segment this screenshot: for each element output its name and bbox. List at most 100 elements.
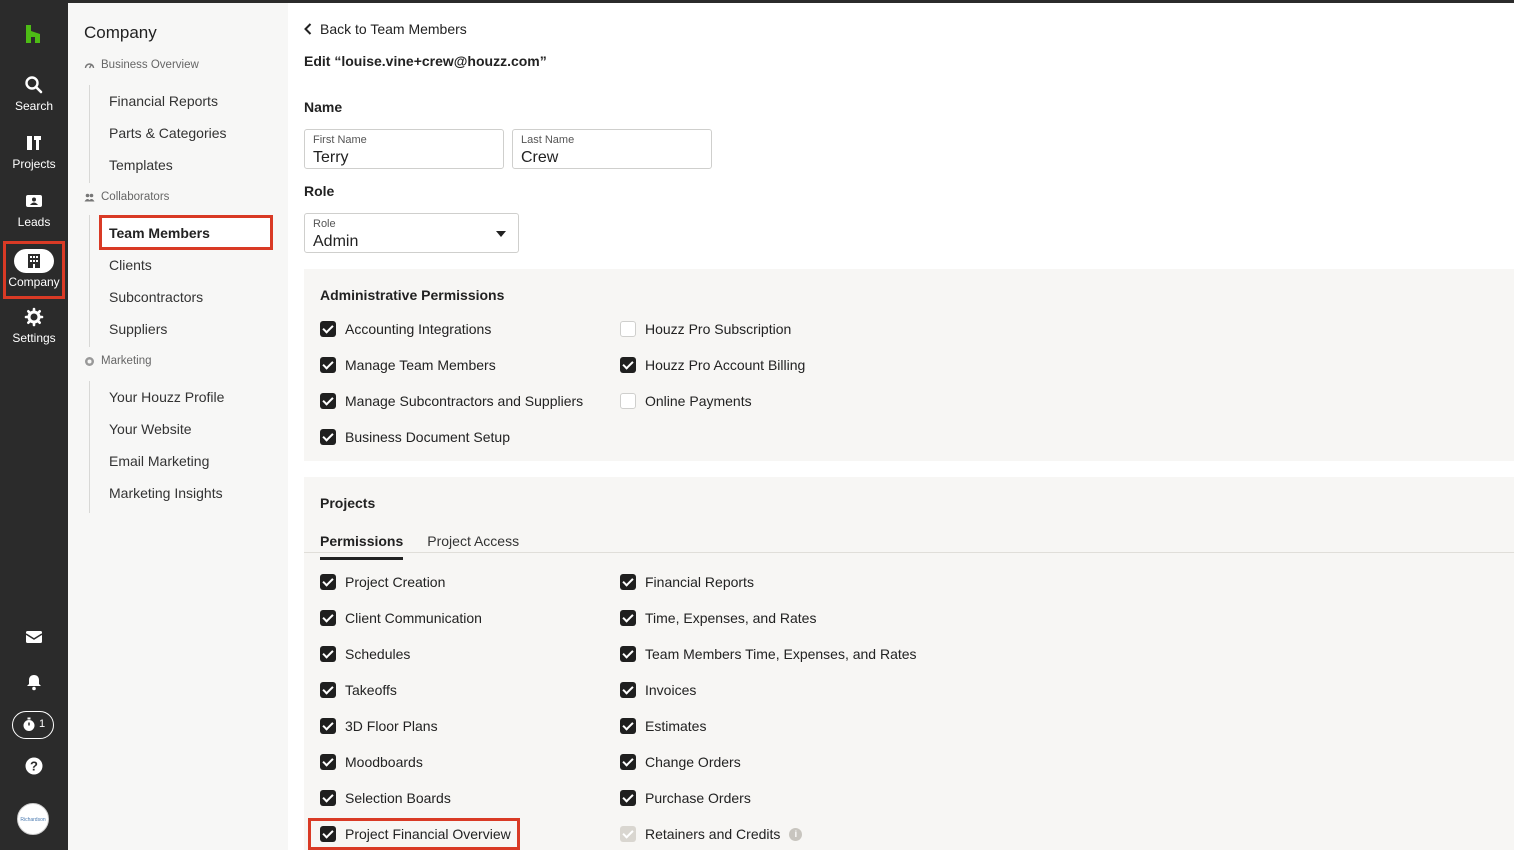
checkbox[interactable] (620, 826, 636, 842)
checkbox[interactable] (620, 610, 636, 626)
leads-icon (24, 191, 44, 211)
checkbox[interactable] (320, 646, 336, 662)
role-select[interactable]: Role Admin (304, 213, 519, 253)
rail-company-label: Company (8, 275, 60, 289)
permission-label: Invoices (645, 682, 697, 698)
checkbox[interactable] (320, 610, 336, 626)
permission-financial-reports[interactable]: Financial Reports (620, 574, 754, 590)
sidebar-item-houzz-profile[interactable]: Your Houzz Profile (109, 389, 224, 405)
sidebar-item-email-marketing[interactable]: Email Marketing (109, 453, 209, 469)
group-label: Marketing (101, 355, 152, 367)
checkbox[interactable] (620, 393, 636, 409)
sidebar-item-team-members[interactable]: Team Members (99, 215, 273, 250)
projects-icon (24, 133, 44, 153)
rail-settings[interactable]: Settings (0, 307, 68, 345)
sidebar-item-suppliers[interactable]: Suppliers (109, 321, 167, 337)
sidebar-item-website[interactable]: Your Website (109, 421, 192, 437)
rail-projects[interactable]: Projects (0, 133, 68, 171)
checkbox[interactable] (620, 790, 636, 806)
permission-label: Selection Boards (345, 790, 451, 806)
checkbox[interactable] (620, 646, 636, 662)
last-name-field[interactable]: Last Name Crew (512, 129, 712, 169)
permission-accounting-integrations[interactable]: Accounting Integrations (320, 321, 491, 337)
checkbox[interactable] (320, 357, 336, 373)
permission-time-expenses-and-rates[interactable]: Time, Expenses, and Rates (620, 610, 816, 626)
permission-moodboards[interactable]: Moodboards (320, 754, 423, 770)
admin-permissions-title: Administrative Permissions (320, 287, 505, 303)
permission-team-members-time-expenses-and-rates[interactable]: Team Members Time, Expenses, and Rates (620, 646, 917, 662)
company-building-icon (14, 249, 54, 273)
permission-label: Houzz Pro Account Billing (645, 357, 806, 373)
permission-houzz-pro-account-billing[interactable]: Houzz Pro Account Billing (620, 357, 805, 373)
info-icon[interactable]: i (789, 827, 803, 841)
permission-project-creation[interactable]: Project Creation (320, 574, 445, 590)
notifications-button[interactable] (0, 673, 68, 696)
rail-company[interactable]: Company (3, 241, 65, 299)
sidebar-item-financial-reports[interactable]: Financial Reports (109, 93, 218, 109)
rail-leads-label: Leads (17, 215, 51, 229)
checkbox[interactable] (320, 718, 336, 734)
checkbox[interactable] (620, 574, 636, 590)
group-collaborators: Collaborators (84, 191, 169, 203)
checkbox[interactable] (320, 429, 336, 445)
permission-business-document-setup[interactable]: Business Document Setup (320, 429, 510, 445)
permission-takeoffs[interactable]: Takeoffs (320, 682, 397, 698)
avatar[interactable]: Richardson (17, 803, 49, 835)
permission-manage-team-members[interactable]: Manage Team Members (320, 357, 496, 373)
last-name-label: Last Name (521, 134, 575, 146)
permission-retainers-and-credits[interactable]: Retainers and Credits i (620, 826, 803, 842)
checkbox[interactable] (620, 682, 636, 698)
help-button[interactable]: ? (0, 757, 68, 780)
checkbox[interactable] (320, 754, 336, 770)
permission-estimates[interactable]: Estimates (620, 718, 706, 734)
permission-label: Takeoffs (345, 682, 397, 698)
group-business-overview: Business Overview (84, 59, 199, 71)
checkbox[interactable] (620, 321, 636, 337)
sidebar-item-subcontractors[interactable]: Subcontractors (109, 289, 203, 305)
admin-permissions-panel: Administrative Permissions Accounting In… (304, 269, 1514, 461)
checkbox[interactable] (320, 574, 336, 590)
role-label: Role (313, 218, 336, 230)
permission-selection-boards[interactable]: Selection Boards (320, 790, 451, 806)
group-label: Business Overview (101, 59, 199, 71)
permission-label: Project Creation (345, 574, 446, 590)
avatar-text: Richardson (20, 817, 46, 823)
sidebar-item-marketing-insights[interactable]: Marketing Insights (109, 485, 223, 501)
permission-client-communication[interactable]: Client Communication (320, 610, 482, 626)
permission-online-payments[interactable]: Online Payments (620, 393, 752, 409)
checkbox[interactable] (320, 682, 336, 698)
permission-purchase-orders[interactable]: Purchase Orders (620, 790, 751, 806)
checkbox[interactable] (320, 790, 336, 806)
bell-icon (27, 675, 41, 691)
first-name-field[interactable]: First Name Terry (304, 129, 504, 169)
rail-leads[interactable]: Leads (0, 191, 68, 229)
tab-project-access[interactable]: Project Access (427, 533, 519, 560)
checkbox[interactable] (320, 393, 336, 409)
sidebar-item-templates[interactable]: Templates (109, 157, 173, 173)
first-name-label: First Name (313, 134, 367, 146)
rail-search[interactable]: Search (0, 75, 68, 113)
back-link[interactable]: Back to Team Members (304, 21, 467, 37)
permission-invoices[interactable]: Invoices (620, 682, 696, 698)
permission-change-orders[interactable]: Change Orders (620, 754, 741, 770)
sidebar-item-parts-categories[interactable]: Parts & Categories (109, 125, 227, 141)
rail-search-label: Search (14, 99, 54, 113)
permission-manage-subcontractors-and-suppliers[interactable]: Manage Subcontractors and Suppliers (320, 393, 583, 409)
group-divider (89, 85, 90, 183)
checkbox[interactable] (620, 718, 636, 734)
permission-3d-floor-plans[interactable]: 3D Floor Plans (320, 718, 438, 734)
rail-settings-label: Settings (12, 331, 56, 345)
permission-schedules[interactable]: Schedules (320, 646, 410, 662)
permission-houzz-pro-subscription[interactable]: Houzz Pro Subscription (620, 321, 791, 337)
tab-permissions[interactable]: Permissions (320, 533, 404, 560)
houzz-logo-icon[interactable] (22, 23, 44, 45)
group-label: Collaborators (101, 191, 170, 203)
last-name-value: Crew (521, 149, 559, 166)
sidebar-item-clients[interactable]: Clients (109, 257, 152, 273)
checkbox[interactable] (620, 357, 636, 373)
checkbox[interactable] (320, 321, 336, 337)
inbox-button[interactable] (0, 629, 68, 650)
timer-button[interactable]: 1 (12, 711, 54, 739)
checkbox[interactable] (620, 754, 636, 770)
group-divider (89, 381, 90, 513)
